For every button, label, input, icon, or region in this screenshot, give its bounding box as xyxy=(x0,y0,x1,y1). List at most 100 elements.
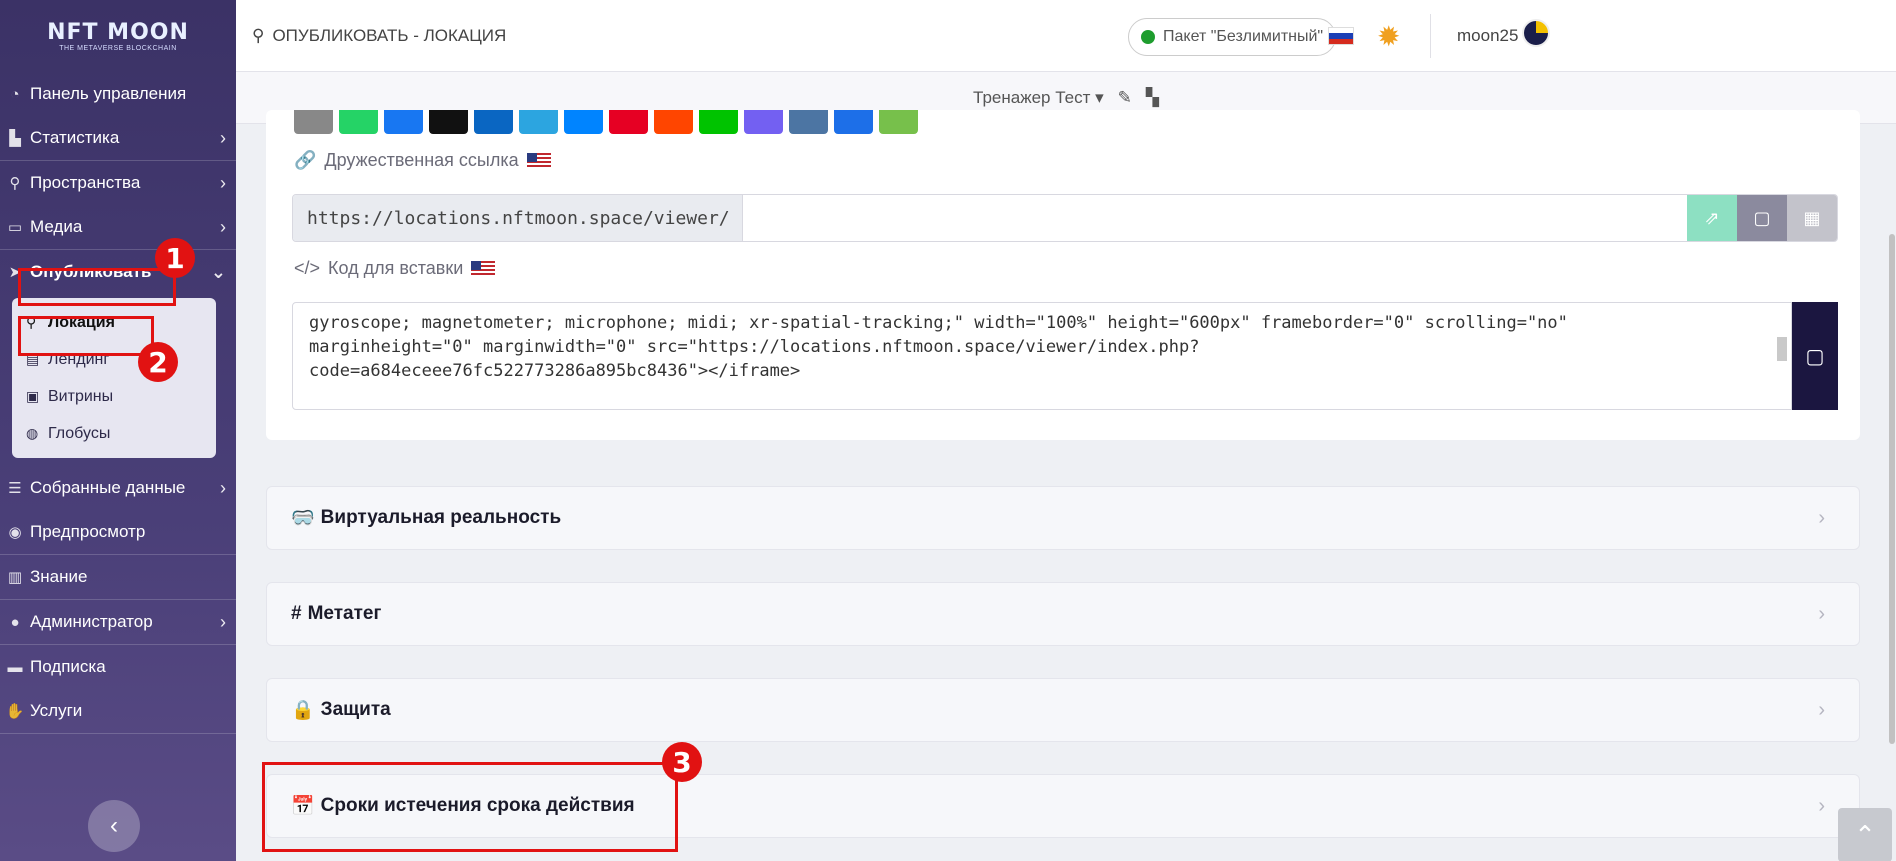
embed-code-label: </> Код для вставки xyxy=(294,258,496,279)
sidebar-item-label: Медиа xyxy=(30,217,83,236)
theme-sun-icon[interactable]: ✹ xyxy=(1377,20,1400,53)
sidebar-item-label: Статистика xyxy=(30,128,120,147)
sidebar-item-spaces[interactable]: ⚲ Пространства › xyxy=(0,161,236,205)
sidebar-nav: ◔ Панель управления ▙ Статистика › ⚲ Простра… xyxy=(0,72,236,734)
copy-link-button[interactable]: ▢ xyxy=(1737,195,1787,241)
share-button[interactable] xyxy=(294,110,333,134)
share-button[interactable] xyxy=(834,110,873,134)
sidebar-item-services[interactable]: ✋ Услуги xyxy=(0,689,236,733)
topbar: ⚲ ОПУБЛИКОВАТЬ - ЛОКАЦИЯ xyxy=(236,0,1896,72)
logo-title: NFT MOON xyxy=(47,20,189,45)
friendly-link-label: 🔗 Дружественная ссылка xyxy=(294,150,551,171)
share-button[interactable] xyxy=(879,110,918,134)
textarea-scrollbar[interactable] xyxy=(1775,307,1789,405)
main-content: 🔗 Дружественная ссылка https://locations… xyxy=(266,110,1860,838)
caret-down-icon: ▾ xyxy=(1095,87,1104,107)
status-dot-icon xyxy=(1141,30,1155,44)
avatar[interactable] xyxy=(1522,19,1550,47)
panel-vr[interactable]: 🥽 Виртуальная реальность › xyxy=(266,486,1860,550)
chevron-right-icon: › xyxy=(1818,698,1825,721)
code-icon: </> xyxy=(294,258,321,278)
share-button[interactable] xyxy=(474,110,513,134)
embed-code-line: code=a684eceee76fc522773286a895bc8436"><… xyxy=(309,361,801,381)
divider xyxy=(1430,14,1431,58)
breadcrumb-text: ОПУБЛИКОВАТЬ - ЛОКАЦИЯ xyxy=(272,25,507,45)
share-button[interactable] xyxy=(609,110,648,134)
scroll-to-top-button[interactable]: ⌃ xyxy=(1838,808,1892,861)
clipboard-icon: ▢ xyxy=(1753,207,1771,228)
chart-icon: ▙ xyxy=(9,130,21,147)
logo-subtitle: THE METAVERSE BLOCKCHAIN xyxy=(59,45,177,52)
page-scrollbar[interactable] xyxy=(1888,124,1896,744)
sidebar-item-stats[interactable]: ▙ Статистика › xyxy=(0,116,236,160)
username[interactable]: moon25 xyxy=(1457,26,1518,46)
copy-embed-button[interactable]: ▢ xyxy=(1792,302,1838,410)
chevron-left-icon: ‹ xyxy=(110,812,118,839)
sidebar-item-label: Услуги xyxy=(30,701,83,720)
card-icon: ▬ xyxy=(7,658,23,676)
chevron-right-icon: › xyxy=(220,173,226,193)
hand-icon: ✋ xyxy=(5,703,25,720)
project-dropdown[interactable]: Тренажер Тест ▾ xyxy=(973,88,1104,108)
panel-protection[interactable]: 🔒 Защита › xyxy=(266,678,1860,742)
breadcrumb: ⚲ ОПУБЛИКОВАТЬ - ЛОКАЦИЯ xyxy=(252,26,506,46)
sidebar-item-label: Панель управления xyxy=(30,84,187,103)
sidebar-collapse-button[interactable]: ‹ xyxy=(88,800,140,852)
embed-code-group: gyroscope; magnetometer; microphone; mid… xyxy=(292,302,1838,410)
annotation-badge-2: 2 xyxy=(138,342,178,382)
share-button[interactable] xyxy=(789,110,828,134)
package-badge[interactable]: Пакет "Безлимитный" xyxy=(1128,18,1337,56)
user-icon: ● xyxy=(10,613,20,631)
logo[interactable]: NFT MOON THE METAVERSE BLOCKCHAIN xyxy=(0,0,236,72)
sidebar-item-media[interactable]: ▭ Медиа › xyxy=(0,205,236,249)
embed-code-text: Код для вставки xyxy=(328,258,464,278)
share-button[interactable] xyxy=(339,110,378,134)
open-link-button[interactable]: ⇗ xyxy=(1687,195,1737,241)
friendly-link-group: https://locations.nftmoon.space/viewer/ … xyxy=(292,194,1838,242)
divider xyxy=(0,733,236,734)
embed-code-textarea[interactable]: gyroscope; magnetometer; microphone; mid… xyxy=(292,302,1792,410)
database-icon: ☰ xyxy=(8,480,22,497)
friendly-link-input[interactable] xyxy=(743,195,1687,241)
sidebar-item-preview[interactable]: ◉ Предпросмотр xyxy=(0,510,236,554)
us-flag-icon[interactable] xyxy=(471,260,496,277)
share-button[interactable] xyxy=(699,110,738,134)
submenu-item-globes[interactable]: ◍ Глобусы xyxy=(12,415,216,452)
share-button[interactable] xyxy=(519,110,558,134)
us-flag-icon[interactable] xyxy=(526,152,551,169)
sidebar-item-label: Администратор xyxy=(30,612,153,631)
link-icon: 🔗 xyxy=(294,150,317,170)
sidebar-item-subscription[interactable]: ▬ Подписка xyxy=(0,645,236,689)
chevron-right-icon: › xyxy=(1818,506,1825,529)
sidebar-item-admin[interactable]: ● Администратор › xyxy=(0,600,236,644)
lock-icon: 🔒 xyxy=(291,700,315,721)
eye-icon: ◉ xyxy=(8,524,22,541)
annotation-badge-3: 3 xyxy=(662,742,702,782)
share-button[interactable] xyxy=(564,110,603,134)
panel-metatag[interactable]: # Метатег › xyxy=(266,582,1860,646)
russian-flag-icon[interactable] xyxy=(1328,27,1354,45)
friendly-link-prefix: https://locations.nftmoon.space/viewer/ xyxy=(293,195,743,241)
share-button[interactable] xyxy=(654,110,693,134)
sidebar-item-dashboard[interactable]: ◔ Панель управления xyxy=(0,72,236,116)
sidebar-item-label: Знание xyxy=(30,567,88,586)
panel-title: Метатег xyxy=(307,603,382,624)
submenu-item-showcases[interactable]: ▣ Витрины xyxy=(12,378,216,415)
sidebar-item-collected-data[interactable]: ☰ Собранные данные › xyxy=(0,466,236,510)
layout-edit-icon[interactable]: ▚ xyxy=(1146,88,1159,108)
embed-code-line: marginheight="0" marginwidth="0" src="ht… xyxy=(309,337,1200,357)
project-title: Тренажер Тест xyxy=(973,87,1091,107)
vr-goggles-icon: 🥽 xyxy=(291,508,315,529)
qr-code-button[interactable]: ▦ xyxy=(1787,195,1837,241)
route-icon: ⚲ xyxy=(9,175,21,192)
edit-icon[interactable]: ✎ xyxy=(1118,88,1132,108)
share-button[interactable] xyxy=(429,110,468,134)
package-label: Пакет "Безлимитный" xyxy=(1163,28,1324,45)
sidebar-item-label: Подписка xyxy=(30,657,106,676)
sidebar-item-knowledge[interactable]: ▥ Знание xyxy=(0,555,236,599)
chevron-right-icon: › xyxy=(220,478,226,498)
map-icon: ▥ xyxy=(7,569,23,586)
share-button[interactable] xyxy=(384,110,423,134)
share-button[interactable] xyxy=(744,110,783,134)
clipboard-icon: ▢ xyxy=(1805,345,1825,368)
